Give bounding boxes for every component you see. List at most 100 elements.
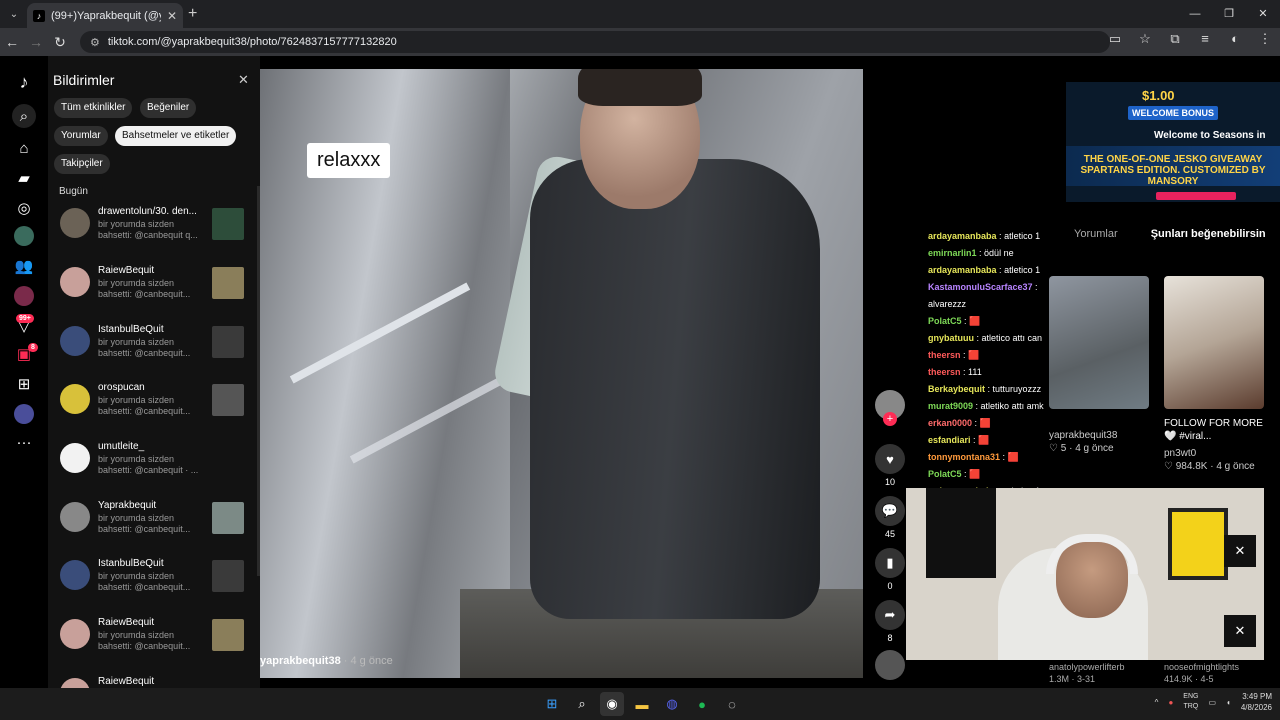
comment-button[interactable]: 💬 45 (872, 496, 908, 539)
discord-icon[interactable]: ◍ (660, 692, 684, 716)
notification-item[interactable]: RaiewBequit bir yorumda sizden bahsetti:… (57, 263, 252, 307)
chat-separator: : (974, 333, 982, 343)
filter-comments[interactable]: Yorumlar (54, 126, 108, 146)
chat-text: 🟥 (969, 316, 981, 326)
tab-comments[interactable]: Yorumlar (1074, 228, 1118, 240)
chrome-icon[interactable]: ◉ (600, 692, 624, 716)
notification-item[interactable]: RaiewBequit (57, 674, 252, 688)
chat-message: ardayamanbaba : atletico 1 (928, 262, 1058, 279)
notification-item[interactable]: İstanbulBeQuit bir yorumda sizden bahset… (57, 556, 252, 600)
comment-count: 45 (884, 529, 895, 539)
related-2-title[interactable]: FOLLOW FOR MORE 🤍 #viral... (1164, 417, 1264, 443)
chat-message: PolatC5 : 🟥 (928, 466, 1058, 483)
chat-separator: : (973, 401, 981, 411)
minimize-icon[interactable]: — (1178, 0, 1212, 28)
related-2-stats-text: 984.8K · 4 g önce (1175, 461, 1255, 472)
tab-search-icon[interactable]: ⌄ (0, 0, 28, 28)
save-button[interactable]: ▮ 0 (872, 548, 908, 591)
ad-bonus: WELCOME BONUS (1128, 106, 1218, 120)
language-indicator[interactable]: ENG TRQ (1183, 692, 1198, 712)
chat-message: theersn : 🟥 (928, 347, 1058, 364)
related-2-author[interactable]: pn3wt0 (1164, 448, 1196, 459)
url-field[interactable]: ⚙ tiktok.com/@yaprakbequit38/photo/76248… (80, 31, 1110, 53)
avatar (60, 502, 90, 532)
related-3-author[interactable]: anatolypowerlifterb (1049, 662, 1125, 672)
notification-thumbnail (212, 326, 244, 358)
tiktok-logo-icon[interactable]: ♪ (12, 70, 36, 94)
post-author[interactable]: yaprakbequit38 · 4 g önce (260, 655, 393, 667)
profile-avatar-rail[interactable] (14, 404, 34, 424)
avatar (60, 443, 90, 473)
post-author-name: yaprakbequit38 (260, 655, 341, 667)
network-icon[interactable]: ▭ (1208, 698, 1216, 707)
related-1-stats: ♡ 5 · 4 g önce (1049, 443, 1114, 454)
tab-related[interactable]: Şunları beğenebilirsin (1151, 228, 1266, 240)
follow-plus-icon[interactable]: + (883, 412, 897, 426)
new-tab-icon[interactable]: + (188, 5, 197, 23)
back-icon[interactable]: ← (0, 34, 24, 50)
filter-followers[interactable]: Takipçiler (54, 154, 110, 174)
close-tab-icon[interactable]: ✕ (167, 9, 177, 23)
clock[interactable]: 3:49 PM 4/8/2026 (1241, 691, 1272, 713)
tiktok-nav-rail: ♪ ⌕ ⌂ ▰ ◎ 👥 ▽ 99+ ▣ 8 ⊞ ··· (0, 56, 48, 688)
search-icon[interactable]: ⌕ (570, 692, 594, 716)
file-explorer-icon[interactable]: ▬ (630, 692, 654, 716)
post-media[interactable]: relaxxx yaprakbequit38 · 4 g önce (260, 69, 863, 678)
close-icon[interactable]: ✕ (1224, 535, 1256, 567)
profile-avatar[interactable]: ◐ (1226, 31, 1244, 47)
explore-icon[interactable]: ◎ (12, 196, 36, 220)
close-panel-icon[interactable]: ✕ (238, 72, 249, 88)
live-avatar[interactable] (14, 286, 34, 306)
chat-username: Berkaybequit (928, 384, 986, 394)
author-avatar[interactable]: + (872, 390, 908, 426)
close-icon[interactable]: ✕ (1224, 615, 1256, 647)
following-avatar[interactable] (14, 226, 34, 246)
notification-item[interactable]: orospucan bir yorumda sizden bahsetti: @… (57, 380, 252, 424)
volume-icon[interactable]: ◖ (1226, 698, 1231, 707)
bookmark-star-icon[interactable]: ☆ (1136, 31, 1154, 47)
sound-disc[interactable] (872, 650, 908, 680)
site-info-icon[interactable]: ⚙ (90, 36, 100, 49)
filter-mentions[interactable]: Bahsetmeler ve etiketler (115, 126, 237, 146)
mic-icon[interactable]: ● (1168, 698, 1173, 707)
reading-list-icon[interactable]: ≡ (1196, 31, 1214, 47)
chat-username: emirnarlin1 (928, 248, 977, 258)
more-icon[interactable]: ··· (12, 430, 36, 454)
notification-item[interactable]: umutleite_ bir yorumda sizden bahsetti: … (57, 439, 252, 483)
upload-icon[interactable]: ⊞ (12, 372, 36, 396)
notification-name: İstanbulBeQuit (98, 324, 164, 335)
extensions-icon[interactable]: ⧉ (1166, 31, 1184, 47)
restore-icon[interactable]: ❐ (1212, 0, 1246, 28)
notification-text: bir yorumda sizden bahsetti: @canbequit.… (98, 395, 191, 416)
chat-text: atletico 1 (1004, 231, 1041, 241)
bookmark-icon: ▮ (875, 548, 905, 578)
related-4-author[interactable]: nooseofmightlights (1164, 662, 1239, 672)
close-window-icon[interactable]: ✕ (1246, 0, 1280, 28)
related-1-author[interactable]: yaprakbequit38 (1049, 430, 1117, 441)
menu-dots-icon[interactable]: ⋮ (1256, 31, 1274, 47)
notification-item[interactable]: RaiewBequit bir yorumda sizden bahsetti:… (57, 615, 252, 659)
filter-likes[interactable]: Beğeniler (140, 98, 197, 118)
friends-icon[interactable]: 👥 (12, 254, 36, 278)
search-icon[interactable]: ⌕ (12, 104, 36, 128)
related-video-2[interactable] (1164, 276, 1264, 409)
spotify-icon[interactable]: ● (690, 692, 714, 716)
app-icon[interactable]: ◌ (720, 692, 744, 716)
notification-item[interactable]: Yaprakbequit bir yorumda sizden bahsetti… (57, 498, 252, 542)
filter-all[interactable]: Tüm etkinlikler (54, 98, 133, 118)
notification-item[interactable]: drawentolun/30. den... bir yorumda sizde… (57, 204, 252, 248)
tray-arrow-icon[interactable]: ^ (1155, 698, 1159, 707)
share-button[interactable]: ➦ 8 (872, 600, 908, 643)
forward-icon[interactable]: → (24, 34, 48, 50)
like-button[interactable]: ♥ 10 (872, 444, 908, 487)
related-video-1[interactable] (1049, 276, 1149, 409)
notification-item[interactable]: İstanbulBeQuit bir yorumda sizden bahset… (57, 322, 252, 366)
home-icon[interactable]: ⌂ (12, 136, 36, 160)
windows-start-icon[interactable]: ⊞ (540, 692, 564, 716)
cast-icon[interactable]: ▭ (1106, 31, 1124, 47)
shop-icon[interactable]: ▰ (12, 166, 36, 190)
post-time: · 4 g önce (343, 655, 393, 667)
reload-icon[interactable]: ↻ (48, 34, 72, 51)
browser-tab[interactable]: ♪ (99+)Yaprakbequit (@yapra ✕ (27, 3, 183, 28)
chat-separator: : (972, 418, 980, 428)
